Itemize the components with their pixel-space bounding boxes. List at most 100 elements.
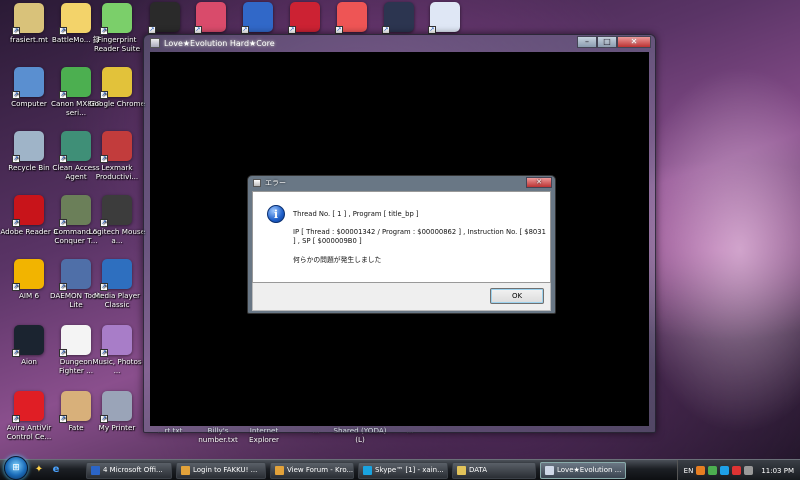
taskbar-button[interactable]: Love★Evolution ... bbox=[540, 461, 626, 479]
robot-icon[interactable]: ↗ bbox=[288, 2, 320, 34]
maximize-button[interactable]: □ bbox=[597, 36, 617, 48]
command-conquer-icon: ↗ bbox=[59, 195, 91, 227]
taskbar-button[interactable]: Skype™ [1] - xain... bbox=[358, 461, 448, 479]
error-message-text: 何らかの問題が発生しました bbox=[293, 256, 382, 264]
taskbar-button[interactable]: DATA bbox=[452, 461, 536, 479]
shortcut-arrow-icon: ↗ bbox=[12, 219, 20, 227]
taskbar-app-icon bbox=[91, 465, 100, 475]
taskbar-app-icon bbox=[181, 465, 190, 475]
helmet-icon[interactable]: ↗ bbox=[428, 2, 460, 34]
pokeball-icon[interactable]: ↗ bbox=[335, 2, 367, 34]
clean-access-icon: ↗ bbox=[59, 131, 91, 163]
tray-skype-icon[interactable] bbox=[720, 466, 730, 475]
shortcut-arrow-icon: ↗ bbox=[100, 349, 108, 357]
desktop-icon-label: Lexmark Productivi... bbox=[95, 163, 139, 181]
language-indicator[interactable]: EN bbox=[684, 467, 694, 475]
game-cover-icon[interactable]: ↗ bbox=[382, 2, 414, 34]
shortcut-arrow-icon: ↗ bbox=[59, 415, 67, 423]
desktop-icon[interactable]: ↗ My Printer bbox=[88, 391, 146, 432]
taskbar-app-icon bbox=[275, 465, 284, 475]
desktop-icon-label: Logitech Mouse a... bbox=[88, 227, 146, 245]
quick-launch-aim-icon[interactable]: ✦ bbox=[33, 464, 45, 476]
shortcut-arrow-icon: ↗ bbox=[100, 415, 108, 423]
clock[interactable]: 11:03 PM bbox=[761, 467, 794, 475]
desktop-icon[interactable]: ↗ Music, Photos ... bbox=[88, 325, 146, 375]
sp-info-text: ] , SP [ $000009B0 ] bbox=[293, 237, 362, 245]
taskbar-button-label: View Forum - Kro... bbox=[287, 466, 354, 474]
shortcut-arrow-icon: ↗ bbox=[59, 155, 67, 163]
desktop-icon-label: Media Player Classic bbox=[93, 291, 141, 309]
shortcut-arrow-icon: ↗ bbox=[100, 27, 108, 35]
start-button[interactable]: ⊞ bbox=[4, 456, 28, 480]
taskbar-button[interactable]: View Forum - Kro... bbox=[270, 461, 354, 479]
taskbar-app-icon bbox=[457, 465, 466, 475]
recycle-bin-icon: ↗ bbox=[12, 131, 44, 163]
desktop-icon-label: Fingerprint Reader Suite bbox=[93, 35, 141, 53]
shortcut-arrow-icon: ↗ bbox=[59, 91, 67, 99]
dialog-footer: OK bbox=[252, 283, 551, 311]
dialog-body: i Thread No. [ 1 ] , Program [ title_bp … bbox=[252, 191, 551, 283]
desktop-icon-label: Google Chrome bbox=[89, 99, 145, 108]
ok-button[interactable]: OK bbox=[490, 288, 544, 304]
fingerprint-icon: ↗ bbox=[100, 3, 132, 35]
shortcut-arrow-icon: ↗ bbox=[100, 283, 108, 291]
game-window-title: Love★Evolution Hard★Core bbox=[164, 38, 275, 48]
tray-volume-icon[interactable] bbox=[744, 466, 754, 475]
document-icon: ↗ bbox=[59, 325, 91, 357]
media-app-icon[interactable]: ↗ bbox=[148, 2, 180, 34]
shortcut-arrow-icon: ↗ bbox=[12, 349, 20, 357]
shortcut-arrow-icon: ↗ bbox=[382, 26, 390, 34]
shortcut-arrow-icon: ↗ bbox=[12, 27, 20, 35]
taskbar-app-icon bbox=[363, 465, 372, 475]
shortcut-arrow-icon: ↗ bbox=[12, 155, 20, 163]
tray-firefox-icon[interactable] bbox=[696, 466, 706, 475]
taskbar-buttons: 4 Microsoft Offi... Login to FAKKU! ... Vi… bbox=[82, 461, 626, 479]
yamaha-icon[interactable]: ↗ bbox=[241, 2, 273, 34]
chrome-icon: ↗ bbox=[100, 67, 132, 99]
lexmark-icon: ↗ bbox=[100, 131, 132, 163]
thread-info-text: Thread No. [ 1 ] , Program [ title_bp ] bbox=[293, 210, 419, 218]
taskbar-button-label: Skype™ [1] - xain... bbox=[375, 466, 444, 474]
taskbar-button-label: 4 Microsoft Offi... bbox=[103, 466, 163, 474]
error-dialog[interactable]: エラー ✕ i Thread No. [ 1 ] , Program [ tit… bbox=[247, 175, 556, 314]
daemon-tools-icon: ↗ bbox=[59, 259, 91, 291]
shortcut-arrow-icon: ↗ bbox=[194, 26, 202, 34]
minimize-button[interactable]: – bbox=[577, 36, 597, 48]
users-icon: ↗ bbox=[59, 67, 91, 99]
shortcut-arrow-icon: ↗ bbox=[59, 283, 67, 291]
taskbar-button-label: Love★Evolution ... bbox=[557, 466, 622, 474]
anime-character-icon: ↗ bbox=[100, 391, 132, 423]
game-window-titlebar[interactable]: Love★Evolution Hard★Core – □ ✕ bbox=[144, 35, 655, 51]
desktop-icon[interactable]: ↗ Media Player Classic bbox=[88, 259, 146, 309]
close-button[interactable]: ✕ bbox=[617, 36, 651, 48]
folder-icon: ↗ bbox=[12, 3, 44, 35]
dialog-titlebar[interactable]: エラー ✕ bbox=[248, 176, 555, 190]
shortcut-arrow-icon: ↗ bbox=[12, 415, 20, 423]
anime-girl-icon[interactable]: ↗ bbox=[194, 2, 226, 34]
shortcut-arrow-icon: ↗ bbox=[288, 26, 296, 34]
avira-icon: ↗ bbox=[12, 391, 44, 423]
shortcut-arrow-icon: ↗ bbox=[335, 26, 343, 34]
desktop-icon[interactable]: ↗ Lexmark Productivi... bbox=[88, 131, 146, 181]
media-player-icon: ↗ bbox=[100, 259, 132, 291]
shortcut-arrow-icon: ↗ bbox=[100, 219, 108, 227]
taskbar-button[interactable]: Login to FAKKU! ... bbox=[176, 461, 266, 479]
desktop-icon[interactable]: ↗ Google Chrome bbox=[88, 67, 146, 108]
taskbar-button-label: DATA bbox=[469, 466, 488, 474]
desktop-icon[interactable]: ↗ Logitech Mouse a... bbox=[88, 195, 146, 245]
info-icon: i bbox=[267, 205, 285, 223]
dialog-close-button[interactable]: ✕ bbox=[526, 177, 552, 188]
taskbar-button-label: Login to FAKKU! ... bbox=[193, 466, 258, 474]
tray-antivirus-icon[interactable] bbox=[732, 466, 742, 475]
desktop-icon-label: Music, Photos ... bbox=[92, 357, 142, 375]
taskbar-button[interactable]: 4 Microsoft Offi... bbox=[86, 461, 172, 479]
quick-launch-ie-icon[interactable]: e bbox=[50, 464, 62, 476]
desktop-icon[interactable]: ↗ Fingerprint Reader Suite bbox=[88, 3, 146, 53]
anime-character-icon: ↗ bbox=[59, 391, 91, 423]
computer-icon: ↗ bbox=[12, 67, 44, 99]
aim-icon: ↗ bbox=[12, 259, 44, 291]
tray-network-icon[interactable] bbox=[708, 466, 718, 475]
taskbar: ⊞ ✦ e 4 Microsoft Offi... Login to FAKKU!… bbox=[0, 456, 800, 480]
taskbar-app-icon bbox=[545, 465, 554, 475]
shortcut-arrow-icon: ↗ bbox=[148, 26, 156, 34]
